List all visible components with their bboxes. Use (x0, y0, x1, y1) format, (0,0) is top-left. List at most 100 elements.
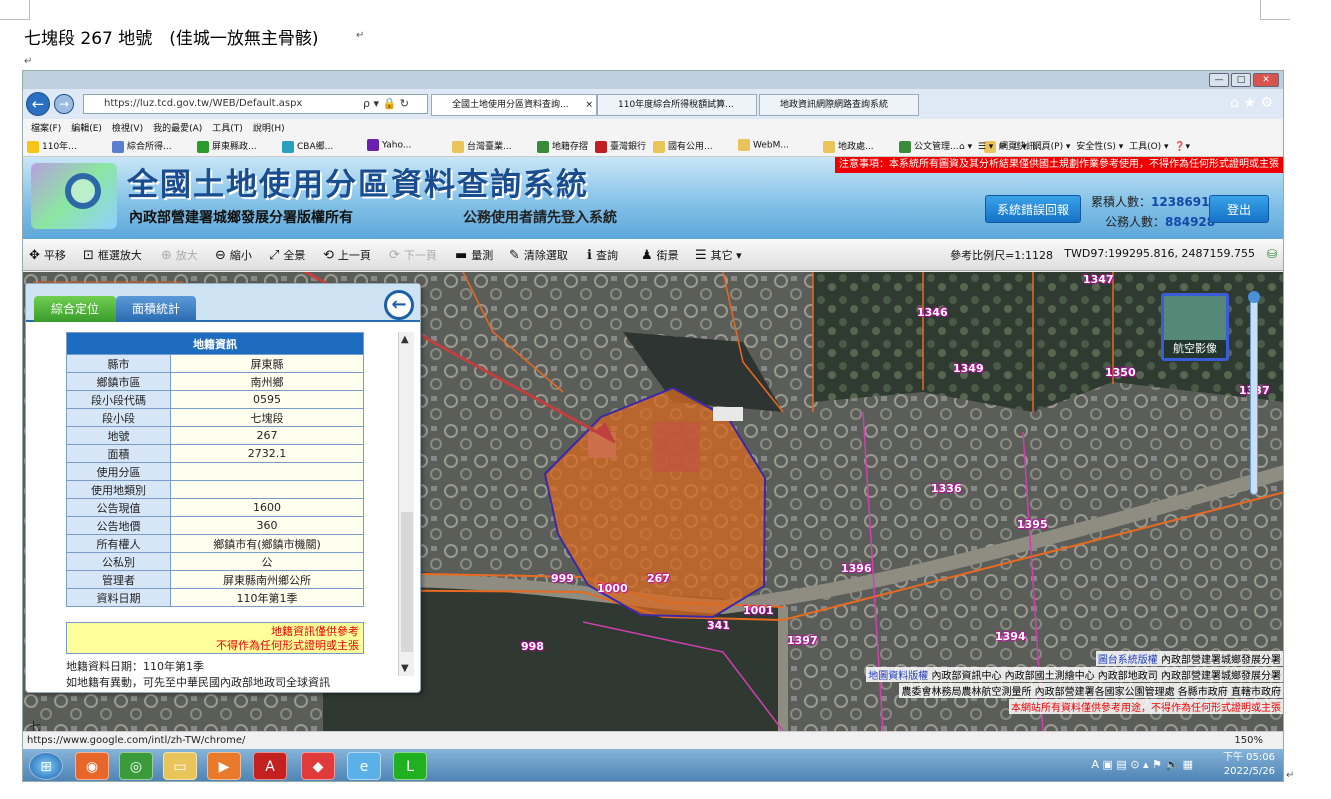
tab-area-statistics[interactable]: 面積統計 (116, 296, 196, 322)
favorite-link[interactable]: Yaho... (367, 139, 411, 151)
menu-item[interactable]: 我的最愛(A) (153, 124, 202, 134)
panel-scrollbar[interactable]: ▲ ▼ (398, 332, 414, 676)
menu-item[interactable]: 說明(H) (253, 124, 285, 134)
tab-label: 全國土地使用分區資料查詢... (452, 100, 569, 110)
rss-icon[interactable]: ☰ ▾ (978, 142, 993, 152)
parcel-label: 1395 (1017, 518, 1048, 531)
credit-text: 農委會林務局農林航空測量所 內政部營建署各國家公園管理處 各縣市政府 直轄市政府 (899, 683, 1283, 698)
tab-tax[interactable]: 110年度綜合所得稅額試算... (597, 94, 757, 116)
system-tray[interactable]: A ▣ ▤ ⊙ ▴ ⚑ 🔈 ▦ (1092, 758, 1193, 771)
minimize-button[interactable]: — (1209, 73, 1229, 87)
print-icon[interactable]: ⎙ ▾ (1012, 142, 1027, 152)
close-tab-icon[interactable]: × (585, 95, 593, 115)
favorite-link[interactable]: 公文管理... (899, 139, 959, 153)
favorite-link[interactable]: 臺灣銀行 (595, 139, 646, 153)
table-row: 資料日期 110年第1季 (66, 588, 364, 607)
safety-menu[interactable]: 安全性(S) ▾ (1076, 142, 1123, 152)
toolbar-label: 平移 (43, 249, 66, 262)
toolbar-8[interactable]: ✎ 清除選取 (509, 247, 568, 263)
address-icons[interactable]: ρ ▾ 🔒 ↻ (363, 97, 409, 110)
aerial-label: 航空影像 (1164, 340, 1226, 358)
favorite-link[interactable]: WebM... (738, 139, 789, 151)
toolbar-11[interactable]: ☰ 其它 ▾ (695, 247, 742, 263)
toolbar-5[interactable]: ⟲ 上一頁 (323, 247, 371, 263)
credit-text: 內政部資訊中心 內政部國土測繪中心 內政部地政司 內政部營建署城鄉發展分署 (931, 671, 1281, 682)
toolbar-3[interactable]: ⊖ 縮小 (215, 247, 252, 263)
favorite-link[interactable]: 國有公用... (653, 139, 713, 153)
menu-item[interactable]: 檔案(F) (31, 124, 61, 134)
report-error-button[interactable]: 系統錯誤回報 (985, 195, 1081, 223)
collapse-panel-button[interactable]: ← (384, 290, 414, 320)
field-name: 地號 (66, 426, 171, 445)
field-name: 公私別 (66, 552, 171, 571)
disclaimer-notice: 注意事項：本系統所有圖資及其分析結果僅供國土規劃作業參考使用，不得作為任何形式證… (835, 157, 1283, 173)
favorite-link[interactable]: 台灣臺業... (452, 139, 512, 153)
table-row: 面積 2732.1 (66, 444, 364, 463)
table-row: 所有權人 鄉鎮市有(鄉鎮市機關) (66, 534, 364, 553)
menu-item[interactable]: 檢視(V) (112, 124, 143, 134)
zoom-slider[interactable] (1250, 295, 1258, 495)
close-window-button[interactable]: ✕ (1253, 73, 1279, 87)
toolbar-7[interactable]: ▬ 量測 (455, 247, 493, 263)
field-value: 公 (170, 552, 364, 571)
scroll-thumb[interactable] (401, 512, 413, 652)
tab-land-admin[interactable]: 地政資訊網際網路查詢系統 (759, 94, 919, 116)
mail-icon[interactable]: ✉ (999, 142, 1007, 152)
scroll-up-icon[interactable]: ▲ (401, 334, 409, 345)
favorite-link[interactable]: 110年... (27, 139, 77, 153)
pdf-reader-icon[interactable]: A (253, 752, 287, 780)
site-title: 全國土地使用分區資料查詢系統 (127, 167, 589, 203)
parcel-label: 1347 (1083, 273, 1114, 286)
forward-button[interactable]: → (54, 94, 74, 114)
parcel-label: 1346 (917, 306, 948, 319)
anydesk-icon[interactable]: ◆ (301, 752, 335, 780)
toolbar-label: 街景 (656, 249, 679, 262)
back-button[interactable]: ← (26, 92, 50, 116)
media-player-icon[interactable]: ▶ (207, 752, 241, 780)
zoom-slider-handle[interactable] (1248, 291, 1260, 303)
firefox-icon[interactable]: ◉ (75, 752, 109, 780)
toolbar-icon: ⟳ (389, 248, 400, 263)
folder-icon[interactable]: ▭ (163, 752, 197, 780)
toolbar-10[interactable]: ♟ 街景 (641, 247, 679, 263)
menu-item[interactable]: 編輯(E) (71, 124, 102, 134)
line-icon[interactable]: L (393, 752, 427, 780)
favorite-link[interactable]: 屏東縣政... (197, 139, 257, 153)
toolbar-label: 框選放大 (97, 249, 142, 262)
credit-warning: 本網站所有資料僅供參考用途，不得作為任何形式證明或主張 (1009, 699, 1283, 714)
clock[interactable]: 下午 05:06 2022/5/26 (1223, 751, 1275, 779)
toolbar-9[interactable]: ℹ 查詢 (587, 247, 618, 263)
scroll-down-icon[interactable]: ▼ (401, 663, 409, 674)
chrome-icon[interactable]: ◎ (119, 752, 153, 780)
home-icon[interactable]: ⌂ ▾ (959, 142, 972, 152)
favorite-link[interactable]: CBA鄉... (282, 139, 333, 153)
layers-icon[interactable]: ⛁ (1267, 247, 1277, 261)
aerial-image-toggle[interactable]: 航空影像 (1161, 293, 1229, 361)
url-text: https://luz.tcd.gov.tw/WEB/Default.aspx (104, 98, 303, 109)
favorite-link[interactable]: 地政處... (823, 139, 874, 153)
logout-button[interactable]: 登出 (1209, 195, 1269, 223)
command-bar: ⌂ ▾ ☰ ▾ ✉ ⎙ ▾ 網頁(P) ▾ 安全性(S) ▾ 工具(O) ▾ ❓… (959, 139, 1190, 152)
tools-menu[interactable]: 工具(O) ▾ (1129, 142, 1169, 152)
page-menu[interactable]: 網頁(P) ▾ (1033, 142, 1071, 152)
start-button[interactable]: ⊞ (29, 752, 63, 780)
menu-item[interactable]: 工具(T) (212, 124, 243, 134)
toolbar-4[interactable]: ⤢ 全景 (269, 247, 305, 263)
tab-combined-locate[interactable]: 綜合定位 (34, 296, 116, 322)
favorite-link[interactable]: 地籍存摺 (537, 139, 588, 153)
toolbar-1[interactable]: ⊡ 框選放大 (83, 247, 142, 263)
favorite-label: 綜合所得... (127, 142, 172, 152)
table-row: 使用分區 (66, 462, 364, 481)
toolbar-0[interactable]: ✥ 平移 (29, 247, 66, 263)
favorite-icon (367, 139, 379, 151)
help-icon[interactable]: ❓▾ (1174, 142, 1190, 152)
zoom-level[interactable]: 150% (1234, 732, 1263, 750)
favorite-icon (823, 140, 835, 153)
tab-land-use[interactable]: 全國土地使用分區資料查詢... × (431, 94, 597, 116)
total-visits: 累積人數：12386919 (1091, 193, 1218, 210)
toolbar-icon: ♟ (641, 248, 653, 263)
home-star-gear-icons[interactable]: ⌂ ★ ⚙ (1230, 95, 1273, 111)
maximize-button[interactable]: □ (1231, 73, 1251, 87)
internet-explorer-icon[interactable]: e (347, 752, 381, 780)
favorite-link[interactable]: 綜合所得... (112, 139, 172, 153)
